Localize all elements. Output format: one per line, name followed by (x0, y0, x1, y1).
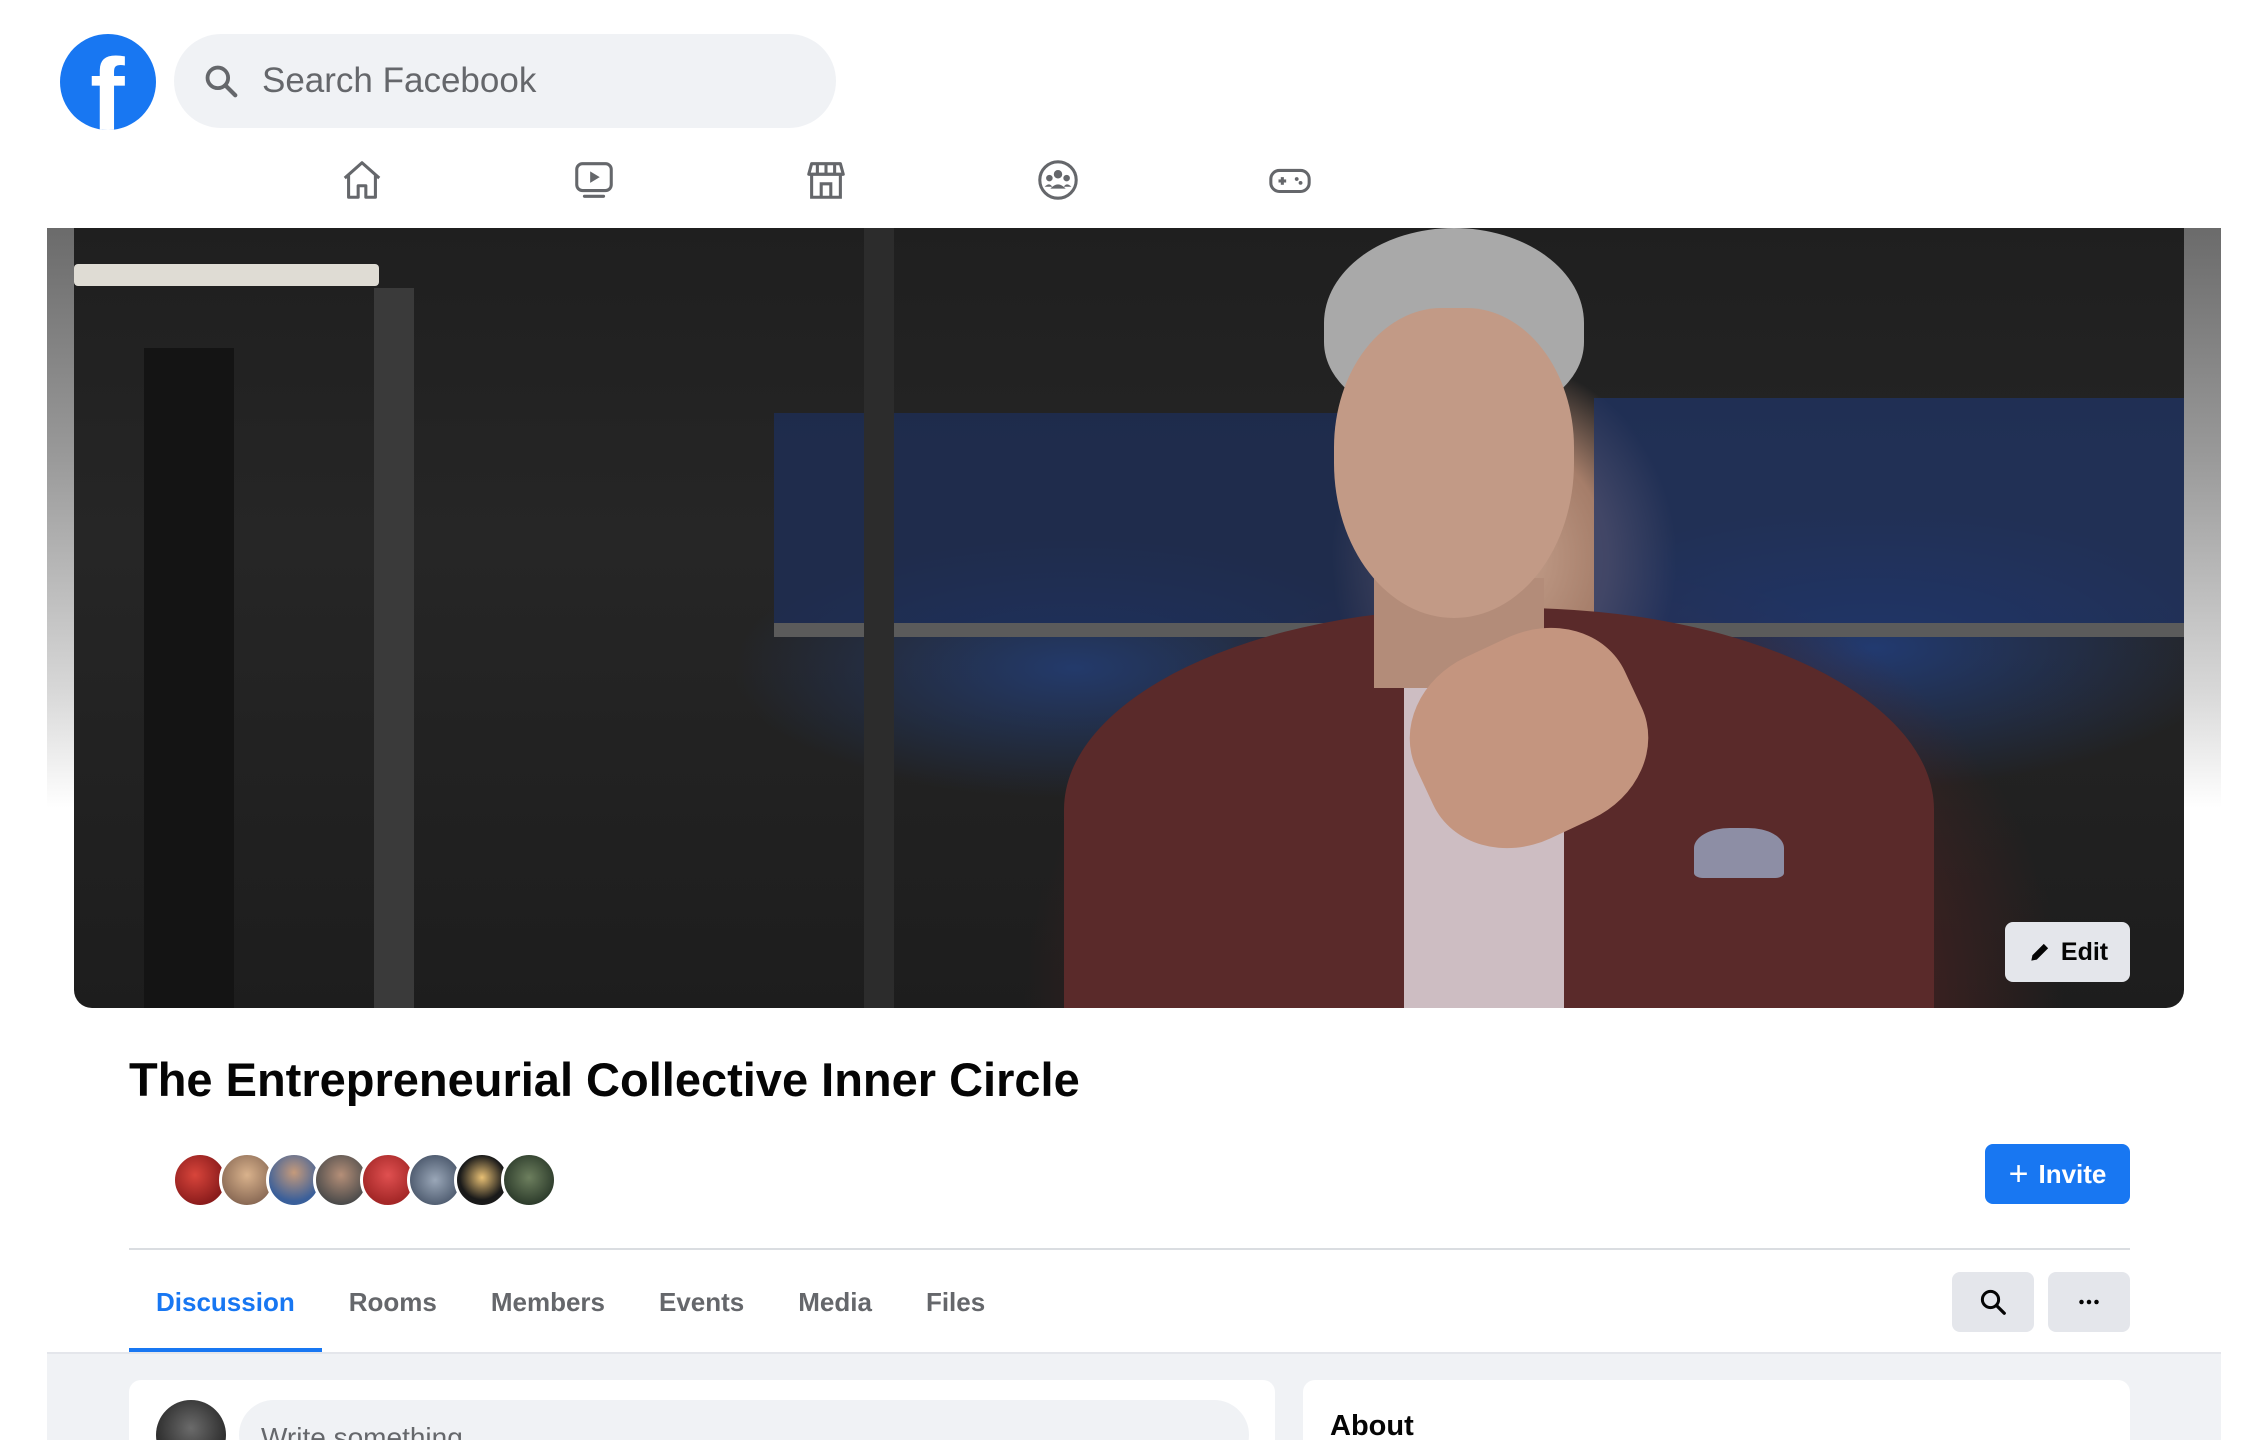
about-card: About (1303, 1380, 2130, 1440)
nav-watch[interactable] (564, 150, 624, 210)
tab-events[interactable]: Events (632, 1252, 771, 1352)
cover-photo (74, 228, 2184, 1008)
about-heading: About (1330, 1410, 1414, 1440)
facebook-logo-letter: f (90, 38, 125, 130)
watch-icon (575, 162, 613, 198)
tab-media[interactable]: Media (771, 1252, 899, 1352)
groups-icon (1038, 160, 1078, 200)
invite-button[interactable]: + Invite (1985, 1144, 2130, 1204)
group-tabs: Discussion Rooms Members Events Media Fi… (129, 1252, 1012, 1352)
search-icon (205, 65, 238, 98)
group-title: The Entrepreneurial Collective Inner Cir… (129, 1053, 1080, 1106)
search-icon (1980, 1289, 2006, 1315)
avatar[interactable] (501, 1152, 557, 1208)
nav-marketplace[interactable] (796, 150, 856, 210)
nav-home[interactable] (332, 150, 392, 210)
tab-members[interactable]: Members (464, 1252, 632, 1352)
facebook-logo-icon[interactable]: f (60, 34, 156, 130)
home-icon (343, 161, 381, 199)
avatar[interactable] (156, 1400, 226, 1440)
tab-files[interactable]: Files (899, 1252, 1012, 1352)
header-divider (129, 1248, 2130, 1250)
more-icon (2079, 1299, 2099, 1305)
marketplace-icon (807, 162, 845, 199)
edit-cover-button[interactable]: Edit (2005, 922, 2130, 982)
tab-rooms[interactable]: Rooms (322, 1252, 464, 1352)
edit-label: Edit (2060, 937, 2109, 966)
member-avatars[interactable] (172, 1152, 557, 1208)
plus-icon: + (2008, 1155, 2029, 1193)
search-bar[interactable]: Search Facebook (174, 34, 836, 128)
pencil-icon (2031, 943, 2049, 961)
post-composer: Write something (129, 1380, 1275, 1440)
nav-groups[interactable] (1028, 150, 1088, 210)
more-options-button[interactable] (2048, 1272, 2130, 1332)
invite-label: Invite (2038, 1158, 2107, 1189)
facebook-group-page: f Search Facebook Edit The Entrepreneuri… (0, 0, 2253, 1440)
write-something-input[interactable]: Write something (239, 1400, 1249, 1440)
search-input[interactable]: Search Facebook (262, 61, 536, 101)
group-search-button[interactable] (1952, 1272, 2034, 1332)
tab-discussion[interactable]: Discussion (129, 1252, 322, 1352)
top-nav (0, 150, 2253, 212)
gaming-icon (1269, 168, 1311, 194)
nav-gaming[interactable] (1260, 150, 1320, 210)
